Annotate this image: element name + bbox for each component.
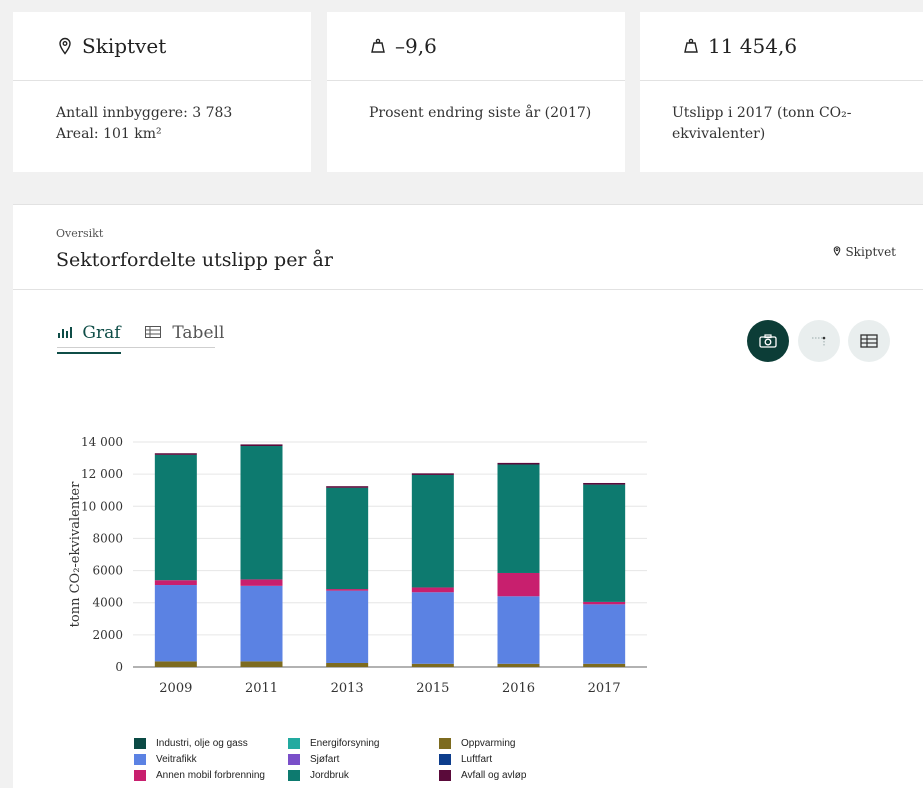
bar-segment [326, 589, 369, 591]
card-header: Skiptvet [13, 12, 311, 81]
legend-label: Avfall og avløp [461, 769, 527, 781]
info-card-emissions: 11 454,6 Utslipp i 2017 (tonn CO₂- ekviv… [640, 12, 923, 172]
legend-swatch [439, 737, 451, 749]
area-text: Areal: 101 km² [56, 126, 162, 142]
y-tick-label: 12 000 [81, 467, 123, 481]
card-header: –9,6 [327, 12, 625, 81]
legend-swatch [134, 753, 146, 765]
bar-segment [326, 487, 369, 590]
bar-segment [240, 585, 283, 662]
bar-segment [154, 454, 197, 581]
x-tick-label: 2017 [588, 681, 621, 696]
x-tick-label: 2009 [159, 681, 192, 696]
bar-segment [411, 592, 454, 664]
bar-segment [583, 663, 626, 667]
bar-segment [411, 473, 454, 475]
emissions-bar-chart: 0 2000 4000 6000 8000 10 000 12 000 14 000 tonn … [68, 435, 647, 696]
legend-label: Annen mobil forbrenning [156, 769, 265, 781]
legend-label: Jordbruk [310, 769, 349, 781]
legend-item[interactable]: Sjøfart [288, 751, 339, 767]
bar-segment [326, 486, 369, 488]
bar-segment [326, 590, 369, 663]
bar-segment [583, 604, 626, 664]
change-description: Prosent endring siste år (2017) [369, 105, 592, 121]
legend-swatch [439, 753, 451, 765]
legend-swatch [134, 769, 146, 781]
info-card-municipality: Skiptvet Antall innbyggere: 3 783 Areal:… [13, 12, 311, 172]
card-header: 11 454,6 [640, 12, 923, 81]
legend-label: Energiforsyning [310, 737, 380, 749]
bar-segment [497, 663, 540, 667]
y-tick-label: 10 000 [81, 499, 123, 513]
legend-label: Sjøfart [310, 753, 340, 765]
weight-icon [369, 34, 395, 58]
legend-label: Industri, olje og gass [156, 737, 248, 749]
emissions-description-line1: Utslipp i 2017 (tonn CO₂- [672, 105, 852, 121]
legend-swatch [288, 753, 300, 765]
y-tick-label: 14 000 [81, 435, 123, 449]
legend-item[interactable]: Avfall og avløp [439, 767, 526, 783]
map-pin-icon [56, 34, 82, 58]
bar-segment [497, 572, 540, 597]
legend-item[interactable]: Oppvarming [439, 735, 515, 751]
bar-segment [326, 662, 369, 667]
bar-segment [154, 580, 197, 586]
bar-segment [497, 462, 540, 465]
y-tick-label: 2000 [92, 628, 123, 642]
legend-swatch [288, 737, 300, 749]
bar-segment [240, 446, 283, 580]
bar-segment [583, 482, 626, 485]
legend-item[interactable]: Jordbruk [288, 767, 349, 783]
weight-icon [682, 34, 708, 58]
legend-item[interactable]: Energiforsyning [288, 735, 379, 751]
bar-segment [497, 464, 540, 573]
overview-panel: Oversikt Sektorfordelte utslipp per år S… [13, 204, 923, 788]
bar-segment [154, 661, 197, 667]
y-axis-label: tonn CO₂-ekvivalenter [68, 481, 83, 627]
bar-segment [497, 596, 540, 664]
legend-label: Veitrafikk [156, 753, 197, 765]
card-title: 11 454,6 [708, 34, 798, 58]
card-title: Skiptvet [82, 34, 167, 58]
bar-segment [240, 444, 283, 447]
bar-segment [411, 474, 454, 588]
y-tick-label: 4000 [92, 596, 123, 610]
emissions-description-line2: ekvivalenter) [672, 126, 766, 142]
y-tick-label: 8000 [92, 531, 123, 545]
info-card-change: –9,6 Prosent endring siste år (2017) [327, 12, 625, 172]
legend-swatch [288, 769, 300, 781]
legend-item[interactable]: Luftfart [439, 751, 492, 767]
card-body: Antall innbyggere: 3 783 Areal: 101 km² [13, 81, 311, 145]
legend-swatch [439, 769, 451, 781]
y-tick-label: 6000 [92, 564, 123, 578]
population-text: Antall innbyggere: 3 783 [56, 105, 233, 121]
bar-segment [240, 661, 283, 667]
x-tick-label: 2016 [502, 681, 535, 696]
y-tick-label: 0 [115, 660, 123, 674]
bar-segment [154, 585, 197, 662]
bar-segment [240, 579, 283, 586]
x-tick-label: 2011 [245, 681, 278, 696]
legend-item[interactable]: Annen mobil forbrenning [134, 767, 265, 783]
card-body: Utslipp i 2017 (tonn CO₂- ekvivalenter) [640, 81, 923, 145]
legend-item[interactable]: Industri, olje og gass [134, 735, 248, 751]
card-title: –9,6 [395, 34, 437, 58]
bar-segment [411, 663, 454, 667]
x-tick-label: 2013 [331, 681, 364, 696]
bar-segment [411, 587, 454, 593]
legend-label: Oppvarming [461, 737, 516, 749]
legend-label: Luftfart [461, 753, 493, 765]
bar-segment [154, 453, 197, 455]
legend-swatch [134, 737, 146, 749]
legend-item[interactable]: Veitrafikk [134, 751, 197, 767]
bar-segment [583, 484, 626, 602]
card-body: Prosent endring siste år (2017) [327, 81, 625, 124]
bar-segment [583, 601, 626, 605]
x-tick-label: 2015 [416, 681, 449, 696]
